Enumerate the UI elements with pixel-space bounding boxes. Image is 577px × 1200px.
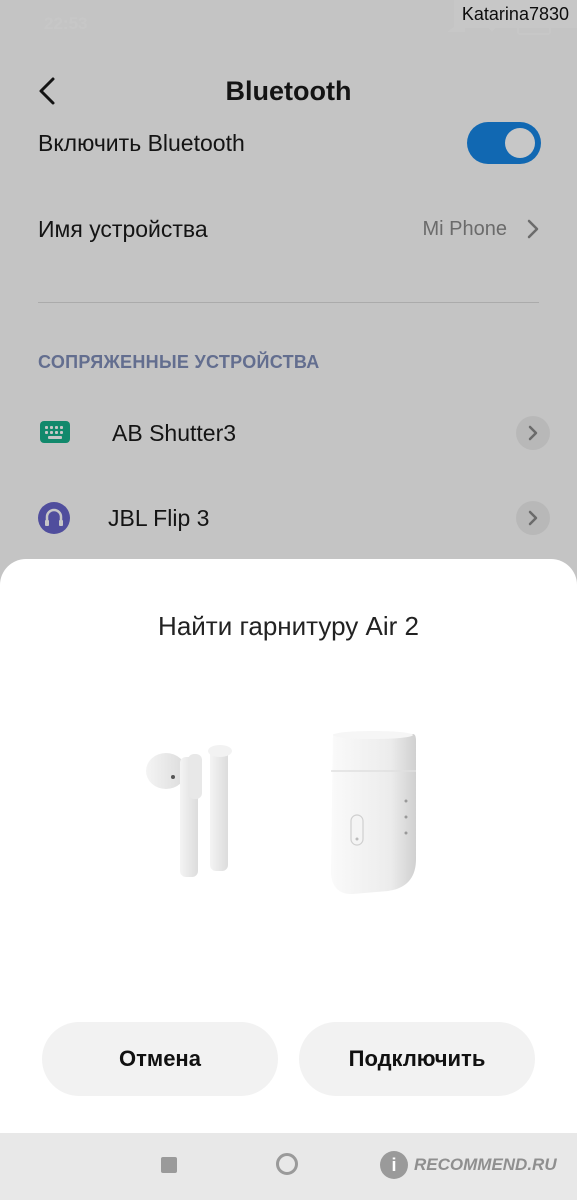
connect-button[interactable]: Подключить	[299, 1022, 535, 1096]
dialog-title: Найти гарнитуру Air 2	[158, 611, 419, 641]
earbuds-product-image	[146, 731, 416, 895]
cancel-button[interactable]: Отмена	[42, 1022, 278, 1096]
bluetooth-settings-screen: 22:53 Katarina7830 Bluetooth Включить Bl…	[0, 0, 577, 1200]
recents-icon[interactable]	[161, 1157, 177, 1173]
pairing-dialog: Найти гарнитуру Air 2 Отмена Подключить	[0, 559, 577, 1133]
navigation-bar: i RECOMMEND.RU	[0, 1133, 577, 1200]
recommend-watermark: i RECOMMEND.RU	[380, 1151, 570, 1179]
recommend-logo-icon: i	[380, 1151, 408, 1179]
home-icon[interactable]	[276, 1153, 298, 1175]
recommend-watermark-text: RECOMMEND.RU	[414, 1155, 557, 1174]
